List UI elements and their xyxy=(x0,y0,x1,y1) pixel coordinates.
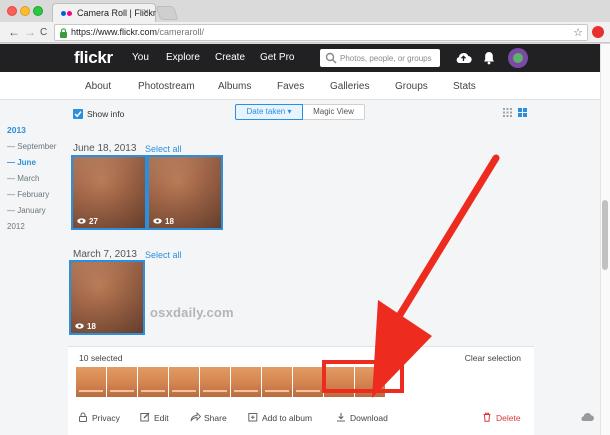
timeline-month-february[interactable]: — February xyxy=(7,190,49,199)
eye-icon xyxy=(75,323,84,329)
checkmark-icon xyxy=(74,111,82,118)
subnav-stats[interactable]: Stats xyxy=(453,81,476,92)
trash-icon xyxy=(483,412,491,422)
bookmark-star-icon[interactable]: ☆ xyxy=(573,26,583,39)
view-count: 27 xyxy=(77,217,98,226)
download-icon xyxy=(337,413,345,422)
select-all-link[interactable]: Select all xyxy=(145,250,182,260)
tab-close-icon[interactable]: × xyxy=(143,7,149,18)
download-highlight-box xyxy=(322,360,404,393)
date-header-june-18: June 18, 2013 xyxy=(73,143,137,154)
flickr-top-nav: flickr You Explore Create Get Pro xyxy=(0,44,600,72)
clear-selection-link[interactable]: Clear selection xyxy=(465,353,521,363)
user-avatar[interactable] xyxy=(508,48,528,68)
nav-create[interactable]: Create xyxy=(215,52,245,63)
nav-get-pro[interactable]: Get Pro xyxy=(260,52,294,63)
subnav-albums[interactable]: Albums xyxy=(218,81,251,92)
close-window-button[interactable] xyxy=(7,6,17,16)
minimize-window-button[interactable] xyxy=(20,6,30,16)
pencil-icon xyxy=(140,412,150,422)
back-button[interactable]: ← xyxy=(8,25,20,39)
notifications-bell-icon[interactable] xyxy=(483,51,495,65)
eye-icon xyxy=(77,218,86,224)
new-tab-button[interactable] xyxy=(155,6,179,20)
scrollbar-thumb[interactable] xyxy=(602,200,608,270)
subnav-groups[interactable]: Groups xyxy=(395,81,428,92)
add-album-icon xyxy=(248,413,258,422)
eye-icon xyxy=(153,218,162,224)
selected-thumbnail[interactable] xyxy=(231,367,261,397)
address-bar[interactable]: https://www.flickr.com/cameraroll/ ☆ xyxy=(54,24,588,41)
nav-explore[interactable]: Explore xyxy=(166,52,200,63)
view-count: 18 xyxy=(75,322,96,331)
browser-tab[interactable]: Camera Roll | Flickr × xyxy=(52,3,156,22)
url-text: https://www.flickr.com/cameraroll/ xyxy=(71,27,205,37)
selected-thumbnail[interactable] xyxy=(138,367,168,397)
subnav-faves[interactable]: Faves xyxy=(277,81,304,92)
profile-subnav: About Photostream Albums Faves Galleries… xyxy=(0,72,600,100)
timeline-month-september[interactable]: — September xyxy=(7,142,56,151)
selection-bar: 10 selected Clear selection Privacy Edit… xyxy=(68,346,534,435)
selected-thumbnail[interactable] xyxy=(169,367,199,397)
browser-toolbar: ← → C https://www.flickr.com/cameraroll/… xyxy=(0,22,610,43)
zoom-window-button[interactable] xyxy=(33,6,43,16)
small-grid-view-icon[interactable] xyxy=(503,108,512,117)
date-taken-dropdown[interactable]: Date taken ▾ xyxy=(235,104,303,120)
selected-thumbnail[interactable] xyxy=(200,367,230,397)
photo-thumbnail[interactable]: 18 xyxy=(147,155,223,230)
view-count: 18 xyxy=(153,217,174,226)
upload-cloud-icon[interactable] xyxy=(455,51,472,65)
search-box[interactable] xyxy=(320,49,440,67)
timeline-month-january[interactable]: — January xyxy=(7,206,46,215)
subnav-photostream[interactable]: Photostream xyxy=(138,81,195,92)
timeline-year-2012[interactable]: 2012 xyxy=(7,222,25,231)
timeline-month-march[interactable]: — March xyxy=(7,174,39,183)
select-all-link[interactable]: Select all xyxy=(145,144,182,154)
title-bar: Camera Roll | Flickr × xyxy=(0,0,610,22)
photo-thumbnail[interactable]: 18 xyxy=(69,260,145,335)
large-grid-view-icon[interactable] xyxy=(518,108,527,117)
cloud-sync-icon[interactable] xyxy=(580,410,594,424)
flickr-favicon-icon xyxy=(61,11,73,16)
lock-icon xyxy=(79,412,87,422)
selected-thumbnail[interactable] xyxy=(262,367,292,397)
selected-thumbnail[interactable] xyxy=(76,367,106,397)
photo-thumbnail[interactable]: 27 xyxy=(71,155,147,230)
selected-count: 10 selected xyxy=(79,353,123,363)
subnav-about[interactable]: About xyxy=(85,81,111,92)
selected-thumbnail[interactable] xyxy=(107,367,137,397)
view-mode-selector: Date taken ▾ Magic View xyxy=(235,104,365,120)
date-header-march-7: March 7, 2013 xyxy=(73,249,137,260)
show-info-checkbox[interactable] xyxy=(73,109,83,119)
timeline-month-june[interactable]: — June xyxy=(7,158,36,167)
nav-you[interactable]: You xyxy=(132,52,149,63)
magic-view-button[interactable]: Magic View xyxy=(303,104,365,120)
flickr-logo[interactable]: flickr xyxy=(74,48,113,68)
share-arrow-icon xyxy=(190,412,201,422)
reload-button[interactable]: C xyxy=(40,26,47,40)
search-icon xyxy=(325,52,337,64)
watermark-text: osxdaily.com xyxy=(150,305,234,320)
timeline-year-2013[interactable]: 2013 xyxy=(7,125,26,135)
subnav-galleries[interactable]: Galleries xyxy=(330,81,369,92)
search-input[interactable] xyxy=(340,51,436,65)
forward-button[interactable]: → xyxy=(24,25,36,39)
selected-thumbnail[interactable] xyxy=(293,367,323,397)
lock-icon xyxy=(60,28,67,38)
extension-icon[interactable] xyxy=(592,26,604,38)
flickr-page: flickr You Explore Create Get Pro About … xyxy=(0,44,600,435)
show-info-label: Show info xyxy=(87,109,125,119)
